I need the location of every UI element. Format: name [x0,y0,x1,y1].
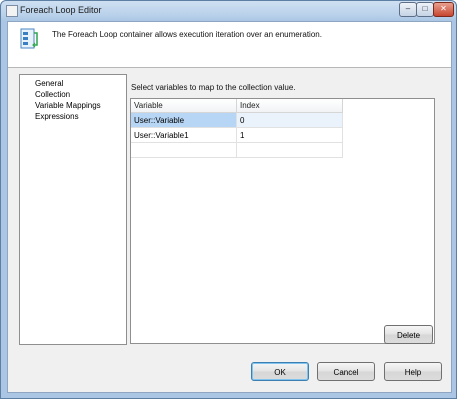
header-description: The Foreach Loop container allows execut… [52,30,322,39]
foreach-loop-icon [20,28,38,49]
mappings-prompt: Select variables to map to the collectio… [131,83,296,92]
header-band: The Foreach Loop container allows execut… [8,22,451,68]
maximize-button[interactable]: □ [416,2,434,17]
window-title: Foreach Loop Editor [20,5,102,15]
cell-index[interactable]: 0 [237,113,343,128]
cancel-button[interactable]: Cancel [317,362,375,381]
app-icon [6,5,18,17]
page-nav-list[interactable]: General Collection Variable Mappings Exp… [19,74,127,345]
cell-variable[interactable]: User::Variable [131,113,237,128]
minimize-button[interactable]: – [399,2,417,17]
close-button[interactable]: ✕ [433,2,454,17]
table-row[interactable]: User::Variable1 1 [131,128,343,143]
title-bar[interactable]: Foreach Loop Editor – □ ✕ [1,1,456,21]
nav-item-expressions[interactable]: Expressions [35,112,79,121]
help-button[interactable]: Help [384,362,442,381]
variable-mappings-grid[interactable]: Variable Index User::Variable 0 User::Va… [130,98,435,344]
nav-item-collection[interactable]: Collection [35,90,70,99]
nav-item-general[interactable]: General [35,79,63,88]
column-header-index[interactable]: Index [237,99,343,112]
cell-index[interactable]: 1 [237,128,343,143]
cell-index[interactable] [237,143,343,158]
cell-variable[interactable] [131,143,237,158]
table-row[interactable]: User::Variable 0 [131,113,343,128]
grid-header: Variable Index [131,99,343,113]
column-header-variable[interactable]: Variable [131,99,237,112]
dialog-window: Foreach Loop Editor – □ ✕ The Foreach Lo… [0,0,457,399]
ok-button[interactable]: OK [251,362,309,381]
dialog-client-area: The Foreach Loop container allows execut… [7,21,452,393]
nav-item-variable-mappings[interactable]: Variable Mappings [35,101,101,110]
delete-button[interactable]: Delete [384,325,433,344]
table-row-new[interactable] [131,143,343,158]
cell-variable[interactable]: User::Variable1 [131,128,237,143]
